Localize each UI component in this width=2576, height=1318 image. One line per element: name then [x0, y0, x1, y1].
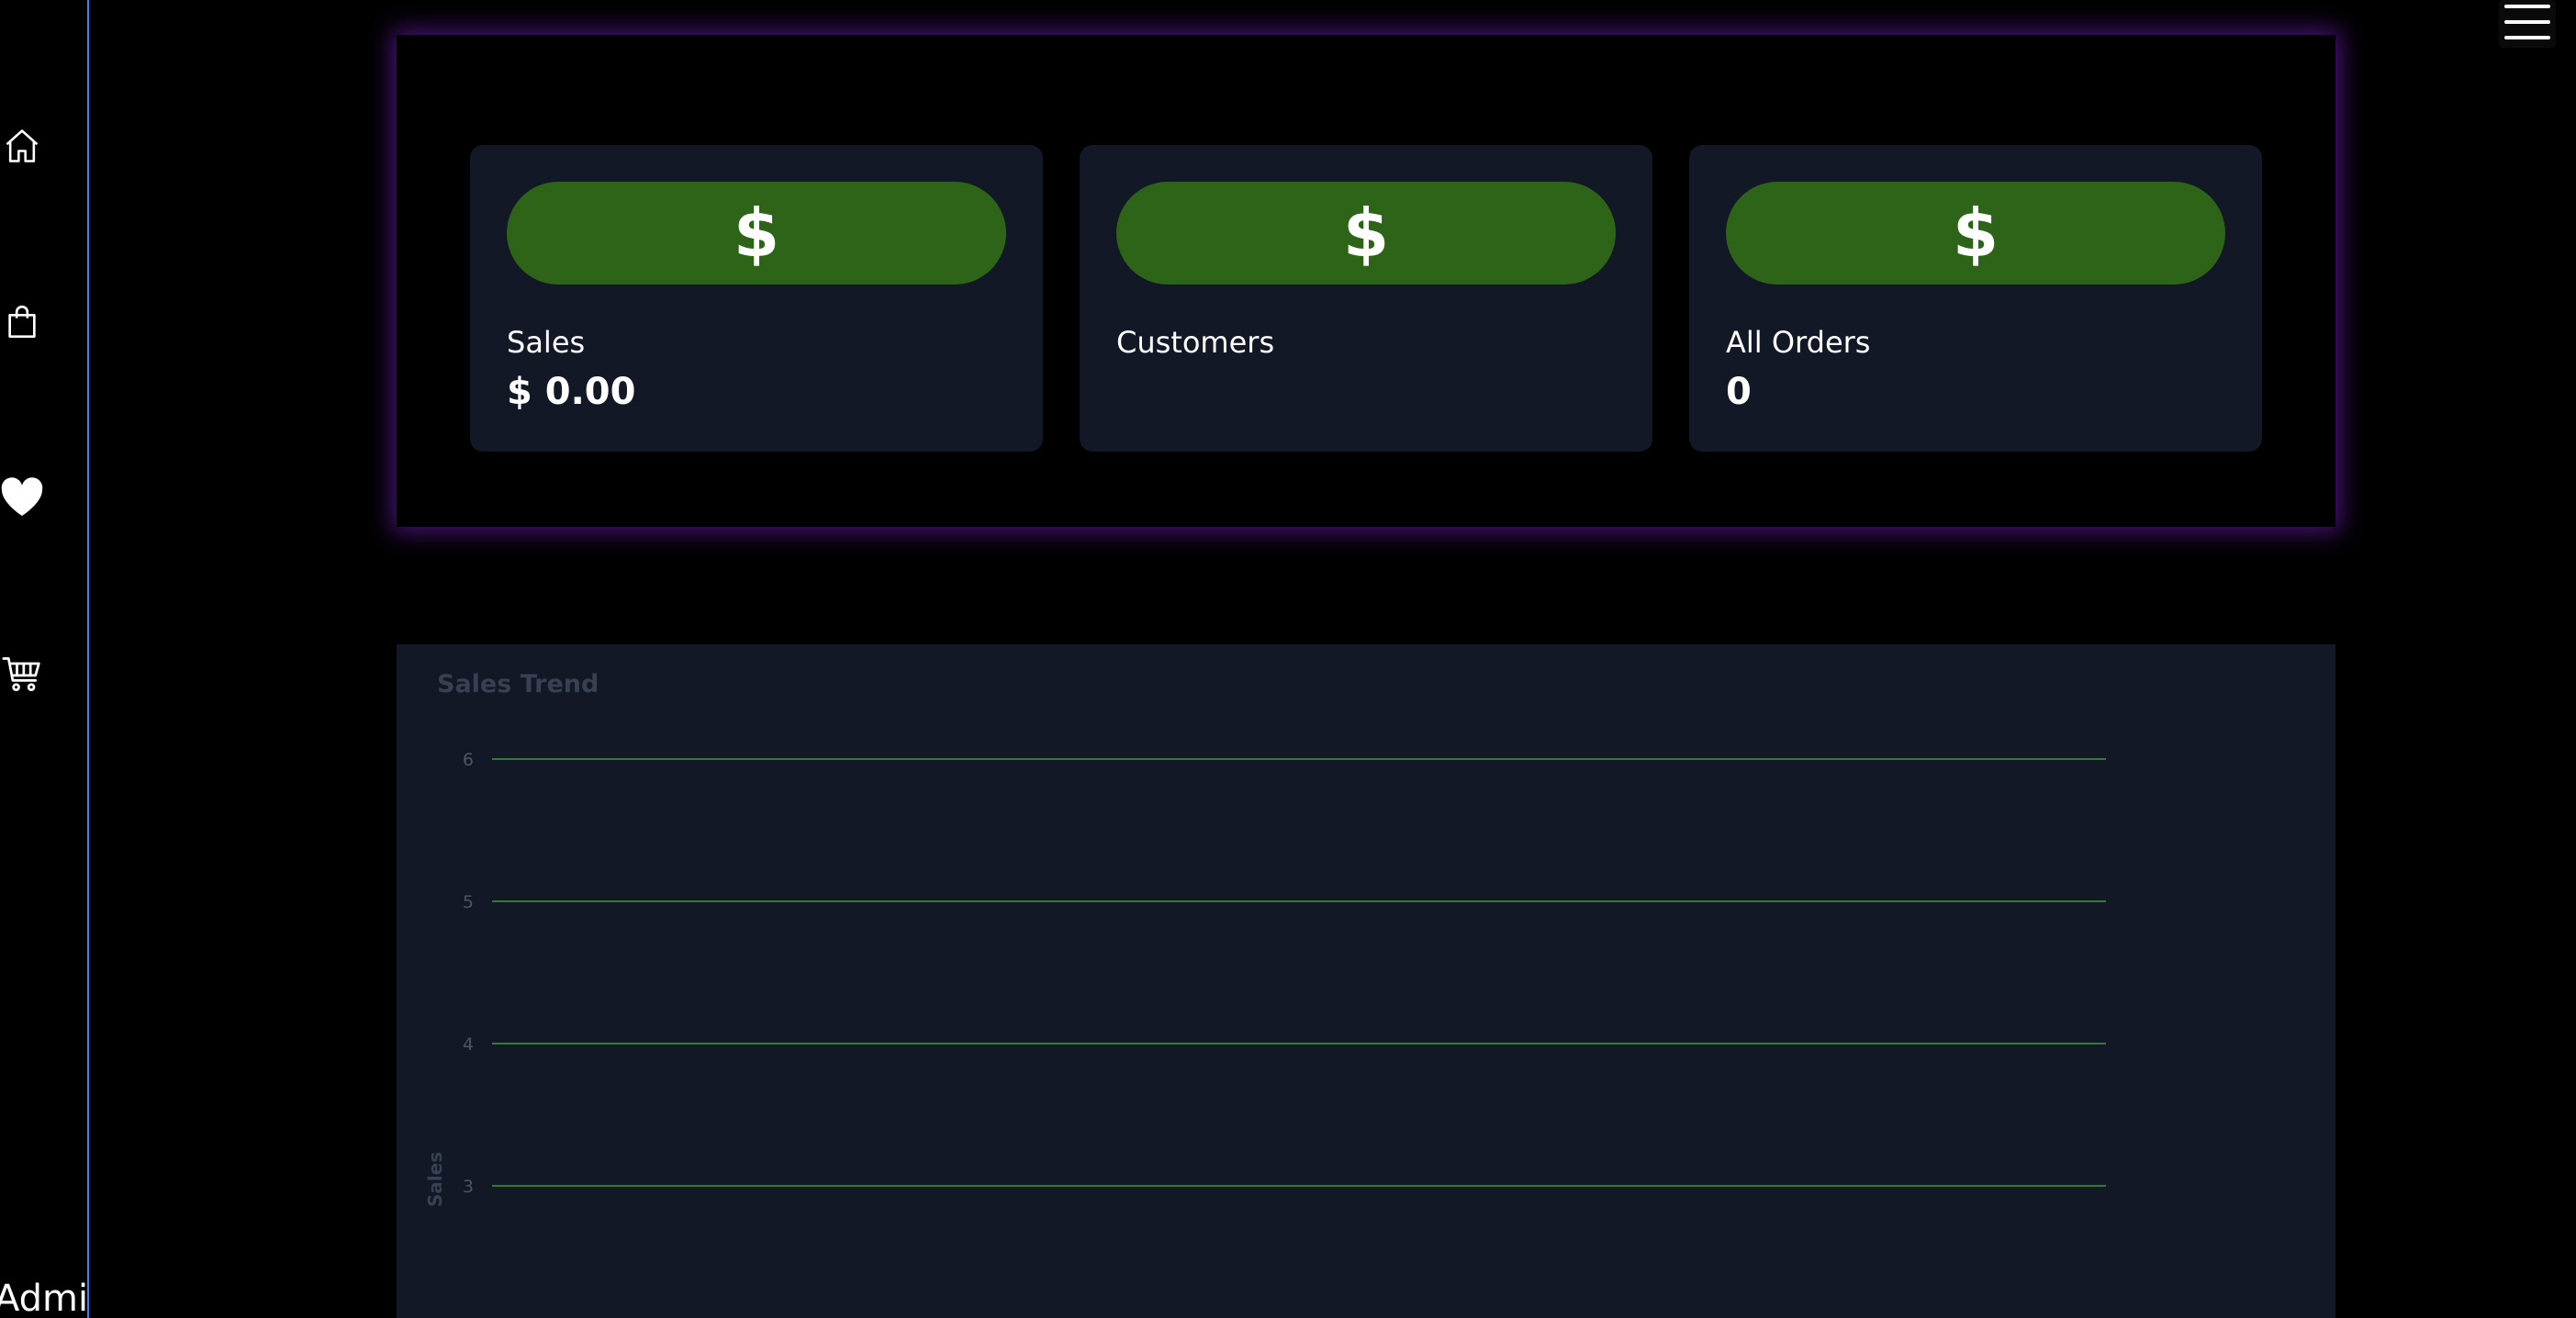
sidebar-admin-label[interactable]: Admin — [0, 1278, 87, 1318]
hamburger-menu-icon — [2503, 1, 2552, 47]
stat-label: All Orders — [1726, 325, 1871, 360]
cart-icon — [1, 653, 43, 694]
dollar-icon: $ — [1116, 182, 1616, 285]
stat-label: Customers — [1116, 325, 1275, 360]
y-tick-label: 4 — [463, 1034, 474, 1055]
sales-trend-chart: 6 5 4 3 Sales — [424, 750, 2106, 1207]
stats-panel: $ Sales $ 0.00 $ Customers $ All Orders … — [397, 35, 2335, 527]
heart-icon — [0, 477, 44, 518]
dollar-icon: $ — [1726, 182, 2225, 285]
sidebar-item-home[interactable] — [0, 124, 44, 168]
stat-card-sales: $ Sales $ 0.00 — [470, 145, 1043, 452]
stat-label: Sales — [507, 325, 586, 360]
y-tick-label: 5 — [463, 892, 474, 912]
y-axis-label: Sales — [424, 1152, 446, 1207]
sales-trend-chart-panel: Sales Trend 6 5 4 3 Sales — [397, 644, 2335, 1318]
dollar-icon: $ — [507, 182, 1006, 285]
sidebar-item-cart[interactable] — [0, 652, 44, 696]
shopping-bag-icon — [4, 302, 40, 341]
sidebar-item-favorites[interactable] — [0, 475, 44, 519]
sidebar-item-shop[interactable] — [0, 299, 44, 343]
stat-card-orders: $ All Orders 0 — [1689, 145, 2262, 452]
y-tick-label: 6 — [463, 750, 474, 770]
sidebar: Admin — [0, 0, 89, 1318]
stat-value: $ 0.00 — [507, 371, 636, 413]
y-tick-label: 3 — [463, 1177, 474, 1197]
menu-button[interactable] — [2499, 0, 2556, 48]
stat-card-customers: $ Customers — [1080, 145, 1652, 452]
home-icon — [2, 126, 42, 166]
stat-value: 0 — [1726, 371, 1752, 413]
